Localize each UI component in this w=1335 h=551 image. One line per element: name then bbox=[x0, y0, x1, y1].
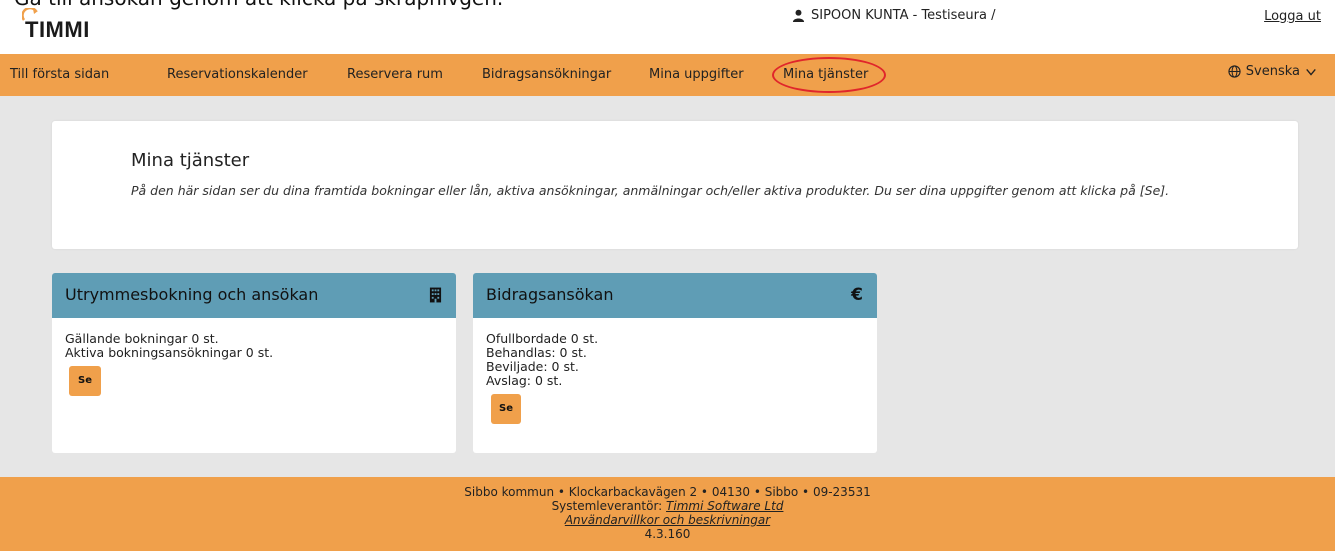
overlay-instruction-text: Gå till ansökan genom att klicka på skra… bbox=[14, 0, 503, 10]
footer: Sibbo kommun • Klockarbackavägen 2 • 041… bbox=[0, 477, 1335, 551]
footer-supplier: Systemleverantör: Timmi Software Ltd bbox=[0, 499, 1335, 513]
grant-card: Bidragsansökan € Ofullbordade 0 st. Beha… bbox=[473, 273, 877, 453]
footer-address: Sibbo kommun • Klockarbackavägen 2 • 041… bbox=[464, 485, 871, 499]
grant-line: Beviljade: 0 st. bbox=[486, 359, 579, 374]
page-title: Mina tjänster bbox=[131, 150, 250, 171]
footer-supplier-label: Systemleverantör: bbox=[551, 499, 663, 513]
booking-card-header: Utrymmesbokning och ansökan bbox=[52, 273, 456, 318]
euro-icon: € bbox=[851, 285, 863, 305]
grant-card-body: Ofullbordade 0 st. Behandlas: 0 st. Bevi… bbox=[473, 318, 877, 424]
grant-line: Ofullbordade 0 st. bbox=[486, 331, 599, 346]
page-description: På den här sidan ser du dina framtida bo… bbox=[131, 183, 1170, 198]
building-icon bbox=[429, 287, 442, 303]
grant-card-header: Bidragsansökan € bbox=[473, 273, 877, 318]
intro-panel: Mina tjänster På den här sidan ser du di… bbox=[52, 121, 1298, 249]
globe-icon bbox=[1228, 65, 1241, 78]
logout-link[interactable]: Logga ut bbox=[1264, 9, 1321, 24]
user-name: SIPOON KUNTA - Testiseura / bbox=[811, 8, 996, 23]
grant-line: Behandlas: 0 st. bbox=[486, 345, 587, 360]
language-label: Svenska bbox=[1245, 64, 1300, 79]
timmi-logo[interactable]: TIMMI bbox=[25, 17, 90, 43]
booking-card: Utrymmesbokning och ansökan Gällande bok… bbox=[52, 273, 456, 453]
booking-see-button[interactable]: Se bbox=[69, 366, 101, 396]
nav-item-reservation-calendar[interactable]: Reservationskalender bbox=[167, 67, 308, 82]
highlight-circle bbox=[772, 57, 886, 93]
booking-line: Gällande bokningar 0 st. bbox=[65, 331, 219, 346]
user-icon bbox=[792, 9, 805, 22]
grant-see-button[interactable]: Se bbox=[491, 394, 521, 424]
footer-supplier-link[interactable]: Timmi Software Ltd bbox=[666, 499, 783, 513]
language-selector[interactable]: Svenska bbox=[1228, 64, 1317, 79]
booking-card-title: Utrymmesbokning och ansökan bbox=[65, 285, 319, 304]
grant-card-title: Bidragsansökan bbox=[486, 285, 614, 304]
footer-terms-link[interactable]: Användarvillkor och beskrivningar bbox=[565, 513, 770, 527]
nav-item-home[interactable]: Till första sidan bbox=[10, 67, 109, 82]
booking-line: Aktiva bokningsansökningar 0 st. bbox=[65, 345, 274, 360]
user-info: SIPOON KUNTA - Testiseura / bbox=[792, 8, 996, 23]
grant-line: Avslag: 0 st. bbox=[486, 373, 563, 388]
main-content: Mina tjänster På den här sidan ser du di… bbox=[0, 96, 1335, 477]
footer-version: 4.3.160 bbox=[644, 527, 691, 541]
nav-item-grant-applications[interactable]: Bidragsansökningar bbox=[482, 67, 611, 82]
nav-item-reserve-room[interactable]: Reservera rum bbox=[347, 67, 443, 82]
chevron-down-icon bbox=[1306, 68, 1316, 76]
nav-item-my-details[interactable]: Mina uppgifter bbox=[649, 67, 744, 82]
main-navigation: Till första sidan Reservationskalender R… bbox=[0, 54, 1335, 96]
top-header: Gå till ansökan genom att klicka på skra… bbox=[0, 0, 1335, 54]
booking-card-body: Gällande bokningar 0 st. Aktiva boknings… bbox=[52, 318, 456, 396]
